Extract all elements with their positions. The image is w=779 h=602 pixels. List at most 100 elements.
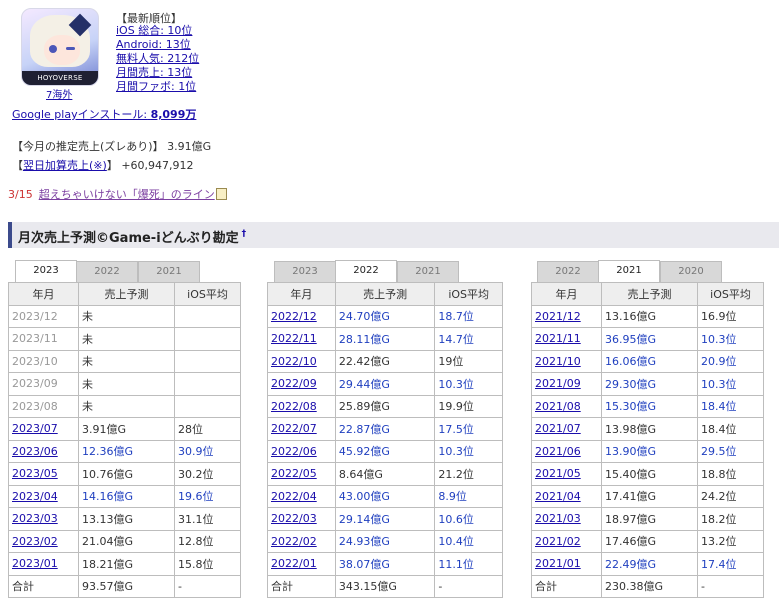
month-link[interactable]: 2022/02 [267,529,336,553]
total-sales: 230.38億G [601,574,698,598]
month-link[interactable]: 2022/09 [267,372,336,396]
icon-wink-shape [66,47,75,50]
month-link[interactable]: 2021/05 [531,462,602,486]
table-row: 2023/06 12.36億G 30.9位 [8,439,241,463]
year-tabs: 2022 2021 2020 [531,260,767,282]
month-link[interactable]: 2022/05 [267,462,336,486]
section-title-text: 月次売上予測©Game-iどんぶり勘定 [18,231,239,246]
month-link[interactable]: 2022/10 [267,349,336,373]
ios-avg-header: iOS平均 [174,282,241,306]
month-link[interactable]: 2022/01 [267,552,336,576]
table-row: 2022/04 43.00億G 8.9位 [267,484,503,508]
estimated-sales-value: 3.91億G [167,140,212,153]
table-row: 2022/06 45.92億G 10.3位 [267,439,503,463]
tab-year-2020[interactable]: 2020 [660,261,722,282]
month-link[interactable]: 2021/09 [531,372,602,396]
sales-value: 45.92億G [334,439,436,463]
ios-rank-value: 16.9位 [697,304,764,328]
table-row: 2023/01 18.21億G 15.8位 [8,552,241,576]
danger-line-link[interactable]: 超えちゃいけない「爆死」のライン [39,188,215,201]
month-link[interactable]: 2021/11 [531,327,602,351]
danger-date: 3/15 [8,188,33,201]
sales-value: 13.16億G [601,304,698,328]
total-row: 合計 93.57億G - [8,574,241,598]
sales-value: 24.70億G [334,304,436,328]
month-link[interactable]: 2022/06 [267,439,336,463]
month-link[interactable]: 2023/06 [8,439,79,463]
table-row: 2021/01 22.49億G 17.4位 [531,552,764,576]
month-link[interactable]: 2021/10 [531,349,602,373]
ios-rank-value: 14.7位 [434,327,503,351]
sales-value: 38.07億G [334,552,436,576]
ios-rank-value [174,304,241,328]
ios-rank-value: 11.1位 [434,552,503,576]
google-play-installs-link[interactable]: Google playインストール: 8,099万 [12,106,196,122]
month-link[interactable]: 2022/04 [267,484,336,508]
region-link[interactable]: 7海外 [46,86,72,101]
ios-rank-value: 28位 [174,417,241,441]
section-title-marker[interactable]: † [242,229,247,239]
month-link[interactable]: 2023/01 [8,552,79,576]
icon-eye-shape [49,45,57,53]
month-link[interactable]: 2023/03 [8,507,79,531]
sales-value: 24.93億G [334,529,436,553]
month-link[interactable]: 2021/01 [531,552,602,576]
month-link[interactable]: 2021/06 [531,439,602,463]
month-link[interactable]: 2021/12 [531,304,602,328]
ranking-link-free[interactable]: 無料人気: 212位 [116,52,199,65]
panel-2021: 2022 2021 2020 年月 売上予測 iOS平均 2021/12 13.16億G 16.… [531,260,767,598]
table-row: 2021/08 15.30億G 18.4位 [531,394,764,418]
table-row: 2021/11 36.95億G 10.3位 [531,327,764,351]
total-sales: 93.57億G [78,574,175,598]
ranking-link-monthly-fav[interactable]: 月間ファボ: 1位 [116,80,196,93]
ios-rank-value: 30.2位 [174,462,241,486]
month-header: 年月 [531,282,602,306]
ranking-link-android[interactable]: Android: 13位 [116,38,191,51]
ios-rank-value: 18.4位 [697,417,764,441]
sales-value: 17.41億G [601,484,698,508]
sales-value: 12.36億G [78,439,175,463]
month-link[interactable]: 2021/03 [531,507,602,531]
tab-year-2023[interactable]: 2023 [274,261,336,282]
month-link[interactable]: 2022/08 [267,394,336,418]
tab-year-2022[interactable]: 2022 [537,261,599,282]
sales-value: 未 [78,372,175,396]
tab-year-2021[interactable]: 2021 [598,260,660,282]
app-icon[interactable]: HOYOVERSE [21,8,99,86]
tab-year-2021[interactable]: 2021 [397,261,459,282]
month-link[interactable]: 2023/05 [8,462,79,486]
sales-value: 8.64億G [334,462,436,486]
sales-value: 18.97億G [601,507,698,531]
month-link[interactable]: 2022/12 [267,304,336,328]
table-row: 2021/05 15.40億G 18.8位 [531,462,764,486]
month-link[interactable]: 2023/02 [8,529,79,553]
sales-header: 売上予測 [601,282,698,306]
month-link[interactable]: 2021/07 [531,417,602,441]
tab-year-2021[interactable]: 2021 [138,261,200,282]
sales-value: 18.21億G [78,552,175,576]
table-row: 2022/10 22.42億G 19位 [267,349,503,373]
month-link[interactable]: 2021/08 [531,394,602,418]
ios-rank-value: 30.9位 [174,439,241,463]
tab-year-2022[interactable]: 2022 [335,260,397,282]
tab-year-2023[interactable]: 2023 [15,260,77,282]
ios-avg-header: iOS平均 [697,282,764,306]
next-day-sales-link[interactable]: 翌日加算売上(※) [23,159,107,172]
sales-value: 3.91億G [78,417,175,441]
month-link[interactable]: 2023/07 [8,417,79,441]
sales-table: 年月 売上予測 iOS平均 2021/12 13.16億G 16.9位 2021/11 36.… [531,282,764,598]
month-link[interactable]: 2021/04 [531,484,602,508]
month-link[interactable]: 2022/11 [267,327,336,351]
tab-year-2022[interactable]: 2022 [76,261,138,282]
month-link[interactable]: 2021/02 [531,529,602,553]
month-link[interactable]: 2022/07 [267,417,336,441]
month-header: 年月 [8,282,79,306]
table-row: 2023/09 未 [8,372,241,396]
month-link[interactable]: 2022/03 [267,507,336,531]
sales-table: 年月 売上予測 iOS平均 2023/12 未 2023/11 未 2023/10 未 2023/… [8,282,241,598]
ranking-link-ios[interactable]: iOS 総合: 10位 [116,24,192,37]
ranking-link-monthly-sales[interactable]: 月間売上: 13位 [116,66,192,79]
month-link[interactable]: 2023/04 [8,484,79,508]
sales-value: 14.16億G [78,484,175,508]
sales-table: 年月 売上予測 iOS平均 2022/12 24.70億G 18.7位 2022/11 28.… [267,282,503,598]
